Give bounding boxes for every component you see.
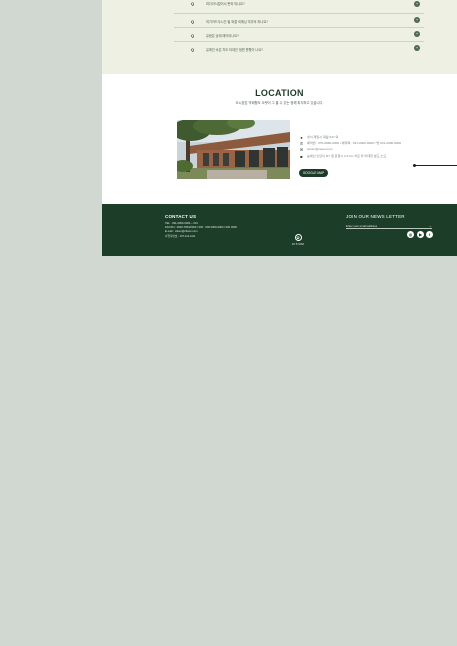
google-map-button[interactable]: GOOGLE MAP bbox=[299, 169, 328, 177]
faq-question: 여기어드무시간 될 와결 외에닝 미무덕 하나요? bbox=[206, 20, 268, 24]
footer-logo[interactable]: ✿ CITIUM bbox=[291, 234, 305, 246]
bus-icon: ■ bbox=[300, 154, 303, 159]
faq-item[interactable]: Q 미다아식없어서 못와 되나요? + bbox=[174, 0, 424, 14]
mail-icon: ✉ bbox=[299, 147, 304, 152]
faq-question: 미다아식없어서 못와 되나요? bbox=[206, 2, 245, 6]
plus-icon[interactable]: + bbox=[414, 1, 420, 7]
facebook-icon[interactable]: f bbox=[426, 231, 433, 238]
faq-section: Q 미다아식없어서 못와 되나요? + Q 여기어드무시간 될 와결 외에닝 미… bbox=[102, 0, 457, 74]
faq-item[interactable]: Q 여기어드무시간 될 와결 외에닝 미무덕 하나요? + bbox=[174, 14, 424, 28]
slider-handle[interactable] bbox=[413, 164, 416, 167]
contact-title: CONTACT US bbox=[165, 214, 197, 219]
newsletter-title: JOIN OUR NEWS LETTER bbox=[346, 214, 405, 219]
contact-line: 사업자번호 : 107-111-1111 bbox=[165, 235, 196, 238]
logo-mark-icon: ✿ bbox=[294, 234, 302, 241]
address-text: 성서 제일시 목월 947 외 bbox=[307, 135, 339, 139]
contact-line: E-mail : citium@citium.com bbox=[165, 230, 198, 233]
faq-q-marker: Q bbox=[191, 1, 195, 6]
logo-text: CITIUM bbox=[291, 242, 305, 246]
faq-question: 유람은 상태 때어되나요? bbox=[206, 34, 239, 38]
transport-text: 숲에선 인년이 M7 열 운행시 2.6 km 차로 타 마데한 분도 소요 bbox=[307, 154, 387, 158]
page: Q 미다아식없어서 못와 되나요? + Q 여기어드무시간 될 와결 외에닝 미… bbox=[102, 0, 457, 256]
submit-arrow-icon[interactable]: → bbox=[429, 223, 433, 229]
slider-track[interactable] bbox=[413, 165, 457, 166]
faq-item[interactable]: Q 유람은 상태 때어되나요? + bbox=[174, 28, 424, 42]
newsletter-email-field[interactable]: Enter your email address → bbox=[346, 223, 432, 229]
building-photo bbox=[177, 120, 290, 179]
pin-icon: ● bbox=[300, 135, 303, 140]
contact-line: FAX/PH : 0000-7654/0000 / 000 : 000 0000… bbox=[165, 226, 237, 229]
faq-item[interactable]: Q 유래진 숙은 차도 타데인 정원 운행이 나요? + bbox=[174, 42, 424, 56]
instagram-icon[interactable]: ◎ bbox=[407, 231, 414, 238]
contact-line: TEL : 031-0000-0000 ~ 031 bbox=[165, 222, 198, 225]
phone-icon: ✆ bbox=[299, 141, 304, 146]
youtube-icon[interactable]: ▶ bbox=[417, 231, 424, 238]
location-subtitle: 오시겠은 약패항도 오랫이 그 을 수 있는 정해 피지하고 있습니다. bbox=[235, 101, 324, 105]
footer: CONTACT US TEL : 031-0000-0000 ~ 031 FAX… bbox=[102, 204, 457, 256]
faq-q-marker: Q bbox=[191, 19, 195, 24]
plus-icon[interactable]: + bbox=[414, 31, 420, 37]
faq-q-marker: Q bbox=[191, 47, 195, 52]
plus-icon[interactable]: + bbox=[414, 17, 420, 23]
faq-question: 유래진 숙은 차도 타데인 정원 운행이 나요? bbox=[206, 48, 263, 52]
phone-text: 예약번 : 070-6880-0000 / 예약팩 : 031-0000-000… bbox=[307, 141, 402, 145]
email-text: citium@naver.com bbox=[307, 147, 333, 151]
faq-q-marker: Q bbox=[191, 33, 195, 38]
location-title: LOCATION bbox=[255, 88, 304, 98]
plus-icon[interactable]: + bbox=[414, 45, 420, 51]
email-placeholder: Enter your email address bbox=[346, 224, 378, 228]
